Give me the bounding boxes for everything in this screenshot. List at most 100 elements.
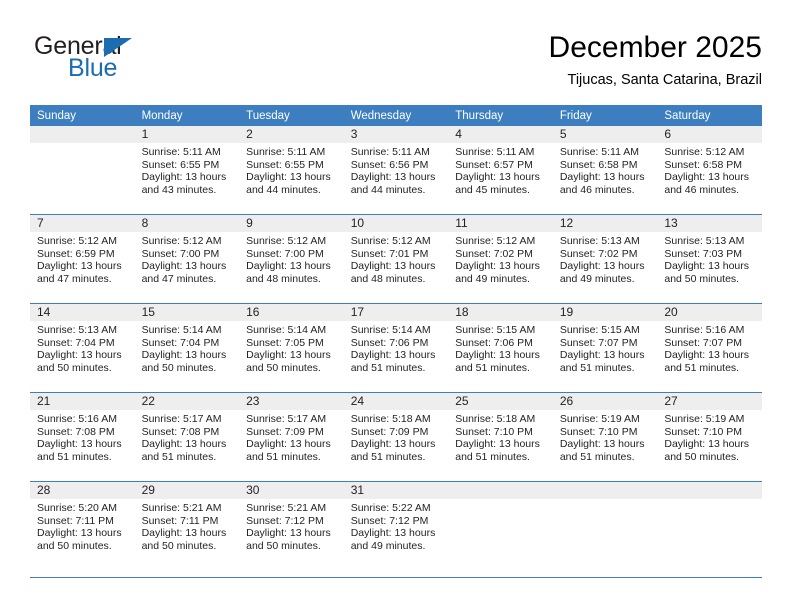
calendar-week-row: 7 Sunrise: 5:12 AM Sunset: 6:59 PM Daylight… xyxy=(30,214,762,304)
daylight-text-line1: Daylight: 13 hours xyxy=(246,438,331,451)
sunset-text: Sunset: 7:04 PM xyxy=(141,336,220,349)
day-details: Sunrise: 5:22 AM Sunset: 7:12 PM Daylight:… xyxy=(344,499,449,552)
sunset-text: Sunset: 7:04 PM xyxy=(37,336,115,349)
sunrise-text: Sunrise: 5:16 AM xyxy=(37,413,117,425)
day-cell-inner: 6 Sunrise: 5:12 AM Sunset: 6:58 PM Daylight… xyxy=(657,126,762,214)
day-details: Sunrise: 5:11 AM Sunset: 6:55 PM Daylight:… xyxy=(239,143,344,196)
daylight-text-line2: and 51 minutes. xyxy=(246,450,321,463)
day-number: 13 xyxy=(657,215,762,232)
daylight-text-line2: and 46 minutes. xyxy=(559,183,635,196)
calendar-day-cell[interactable]: 4 Sunrise: 5:11 AM Sunset: 6:57 PM Daylight… xyxy=(448,126,553,215)
daylight-text-line1: Daylight: 13 hours xyxy=(664,171,750,184)
daylight-text-line1: Daylight: 13 hours xyxy=(246,349,331,362)
day-number: 10 xyxy=(343,215,449,232)
daylight-text-line2: and 50 minutes. xyxy=(664,272,740,285)
calendar-week-row: 1 Sunrise: 5:11 AM Sunset: 6:55 PM Daylight… xyxy=(30,126,762,215)
daylight-text-line2: and 50 minutes. xyxy=(141,361,217,374)
calendar-day-cell[interactable]: 23 Sunrise: 5:17 AM Sunset: 7:09 PM Dayligh… xyxy=(239,392,344,482)
sunrise-text: Sunrise: 5:16 AM xyxy=(664,324,745,336)
calendar-day-cell[interactable]: 22 Sunrise: 5:17 AM Sunset: 7:08 PM Dayligh… xyxy=(134,392,240,482)
calendar-day-cell[interactable]: 31 Sunrise: 5:22 AM Sunset: 7:12 PM Dayligh… xyxy=(343,481,449,570)
calendar-day-cell[interactable]: 6 Sunrise: 5:12 AM Sunset: 6:58 PM Daylight… xyxy=(657,126,762,215)
sunrise-text: Sunrise: 5:15 AM xyxy=(455,324,536,336)
day-number: 28 xyxy=(30,482,135,499)
calendar-day-cell[interactable]: 21 Sunrise: 5:16 AM Sunset: 7:08 PM Dayligh… xyxy=(30,392,135,482)
calendar-day-cell[interactable]: 29 Sunrise: 5:21 AM Sunset: 7:11 PM Dayligh… xyxy=(134,481,240,570)
day-details: Sunrise: 5:12 AM Sunset: 7:00 PM Daylight:… xyxy=(135,232,240,285)
day-cell-inner: 28 Sunrise: 5:20 AM Sunset: 7:11 PM Dayligh… xyxy=(30,482,135,570)
sunrise-text: Sunrise: 5:11 AM xyxy=(455,146,535,158)
daylight-text-line1: Daylight: 13 hours xyxy=(664,349,750,362)
sunrise-text: Sunrise: 5:13 AM xyxy=(664,235,745,247)
calendar-day-cell[interactable]: 8 Sunrise: 5:12 AM Sunset: 7:00 PM Daylight… xyxy=(134,214,240,304)
daylight-text-line2: and 50 minutes. xyxy=(246,361,321,374)
day-cell-inner: 15 Sunrise: 5:14 AM Sunset: 7:04 PM Dayligh… xyxy=(134,304,240,392)
calendar-day-cell[interactable]: 30 Sunrise: 5:21 AM Sunset: 7:12 PM Dayligh… xyxy=(239,481,344,570)
daylight-text-line1: Daylight: 13 hours xyxy=(141,260,227,273)
day-cell-inner: 17 Sunrise: 5:14 AM Sunset: 7:06 PM Dayligh… xyxy=(343,304,449,392)
daylight-text-line1: Daylight: 13 hours xyxy=(559,260,645,273)
daylight-text-line2: and 49 minutes. xyxy=(350,539,426,552)
calendar-day-cell[interactable]: 13 Sunrise: 5:13 AM Sunset: 7:03 PM Dayligh… xyxy=(657,214,762,304)
calendar-day-cell[interactable]: 27 Sunrise: 5:19 AM Sunset: 7:10 PM Dayligh… xyxy=(657,392,762,482)
calendar-day-cell[interactable]: 17 Sunrise: 5:14 AM Sunset: 7:06 PM Dayligh… xyxy=(343,303,449,393)
day-cell-inner: 10 Sunrise: 5:12 AM Sunset: 7:01 PM Dayligh… xyxy=(343,215,449,303)
day-cell-inner: 24 Sunrise: 5:18 AM Sunset: 7:09 PM Dayligh… xyxy=(343,393,449,481)
day-cell-inner: 11 Sunrise: 5:12 AM Sunset: 7:02 PM Dayligh… xyxy=(448,215,553,303)
day-cell-inner xyxy=(657,482,762,570)
calendar-day-cell[interactable]: 25 Sunrise: 5:18 AM Sunset: 7:10 PM Dayligh… xyxy=(448,392,553,482)
sunset-text: Sunset: 7:02 PM xyxy=(559,247,638,260)
sunrise-text: Sunrise: 5:12 AM xyxy=(455,235,536,247)
day-number: 8 xyxy=(134,215,240,232)
daylight-text-line1: Daylight: 13 hours xyxy=(350,260,436,273)
calendar-day-cell[interactable]: 10 Sunrise: 5:12 AM Sunset: 7:01 PM Dayligh… xyxy=(343,214,449,304)
calendar-week-row: 28 Sunrise: 5:20 AM Sunset: 7:11 PM Dayligh… xyxy=(30,481,762,570)
day-cell-inner: 21 Sunrise: 5:16 AM Sunset: 7:08 PM Dayligh… xyxy=(30,393,135,481)
day-number xyxy=(448,482,553,499)
daylight-text-line2: and 48 minutes. xyxy=(350,272,426,285)
calendar-day-cell[interactable]: 20 Sunrise: 5:16 AM Sunset: 7:07 PM Dayligh… xyxy=(657,303,762,393)
calendar-day-cell[interactable]: 26 Sunrise: 5:19 AM Sunset: 7:10 PM Dayligh… xyxy=(552,392,658,482)
calendar-day-cell[interactable]: 5 Sunrise: 5:11 AM Sunset: 6:58 PM Daylight… xyxy=(552,126,658,215)
day-number: 25 xyxy=(448,393,553,410)
sunrise-text: Sunrise: 5:11 AM xyxy=(350,146,430,158)
page-header: General Blue December 2025 Tijucas, Sant… xyxy=(30,30,762,92)
day-number: 7 xyxy=(30,215,135,232)
calendar-day-cell[interactable]: 24 Sunrise: 5:18 AM Sunset: 7:09 PM Dayligh… xyxy=(343,392,449,482)
calendar-day-cell[interactable]: 18 Sunrise: 5:15 AM Sunset: 7:06 PM Dayligh… xyxy=(448,303,553,393)
daylight-text-line1: Daylight: 13 hours xyxy=(350,527,436,540)
calendar-day-cell[interactable]: 11 Sunrise: 5:12 AM Sunset: 7:02 PM Dayligh… xyxy=(448,214,553,304)
calendar-day-cell[interactable]: 14 Sunrise: 5:13 AM Sunset: 7:04 PM Dayligh… xyxy=(30,303,135,393)
day-cell-inner: 16 Sunrise: 5:14 AM Sunset: 7:05 PM Dayligh… xyxy=(239,304,344,392)
daylight-text-line2: and 50 minutes. xyxy=(37,361,112,374)
calendar-day-cell[interactable]: 2 Sunrise: 5:11 AM Sunset: 6:55 PM Daylight… xyxy=(239,126,344,215)
day-number: 12 xyxy=(552,215,658,232)
calendar-day-cell[interactable]: 1 Sunrise: 5:11 AM Sunset: 6:55 PM Daylight… xyxy=(134,126,240,215)
calendar-day-cell[interactable]: 19 Sunrise: 5:15 AM Sunset: 7:07 PM Dayligh… xyxy=(552,303,658,393)
sunset-text: Sunset: 7:05 PM xyxy=(246,336,324,349)
day-details: Sunrise: 5:11 AM Sunset: 6:58 PM Daylight:… xyxy=(553,143,658,196)
day-number: 26 xyxy=(552,393,658,410)
sunset-text: Sunset: 7:10 PM xyxy=(664,425,743,438)
sunset-text: Sunset: 6:57 PM xyxy=(455,158,533,171)
sunrise-text: Sunrise: 5:15 AM xyxy=(559,324,640,336)
calendar-day-cell[interactable]: 3 Sunrise: 5:11 AM Sunset: 6:56 PM Daylight… xyxy=(343,126,449,215)
calendar-day-cell[interactable]: 16 Sunrise: 5:14 AM Sunset: 7:05 PM Dayligh… xyxy=(239,303,344,393)
day-cell-inner: 5 Sunrise: 5:11 AM Sunset: 6:58 PM Daylight… xyxy=(552,126,658,214)
daylight-text-line2: and 44 minutes. xyxy=(246,183,321,196)
daylight-text-line2: and 51 minutes. xyxy=(37,450,112,463)
day-details: Sunrise: 5:16 AM Sunset: 7:08 PM Daylight:… xyxy=(30,410,135,463)
day-details: Sunrise: 5:14 AM Sunset: 7:05 PM Daylight:… xyxy=(239,321,344,374)
sunrise-text: Sunrise: 5:11 AM xyxy=(559,146,639,158)
calendar-day-cell[interactable]: 15 Sunrise: 5:14 AM Sunset: 7:04 PM Dayligh… xyxy=(134,303,240,393)
calendar-day-cell[interactable]: 28 Sunrise: 5:20 AM Sunset: 7:11 PM Dayligh… xyxy=(30,481,135,570)
day-details: Sunrise: 5:11 AM Sunset: 6:55 PM Daylight:… xyxy=(135,143,240,196)
daylight-text-line2: and 51 minutes. xyxy=(559,450,635,463)
calendar-day-cell[interactable]: 12 Sunrise: 5:13 AM Sunset: 7:02 PM Dayligh… xyxy=(552,214,658,304)
daylight-text-line1: Daylight: 13 hours xyxy=(455,438,540,451)
sunset-text: Sunset: 7:08 PM xyxy=(141,425,220,438)
calendar-day-cell[interactable]: 9 Sunrise: 5:12 AM Sunset: 7:00 PM Daylight… xyxy=(239,214,344,304)
daylight-text-line1: Daylight: 13 hours xyxy=(141,527,227,540)
calendar-day-cell[interactable]: 7 Sunrise: 5:12 AM Sunset: 6:59 PM Daylight… xyxy=(30,214,135,304)
sunrise-text: Sunrise: 5:19 AM xyxy=(559,413,640,425)
